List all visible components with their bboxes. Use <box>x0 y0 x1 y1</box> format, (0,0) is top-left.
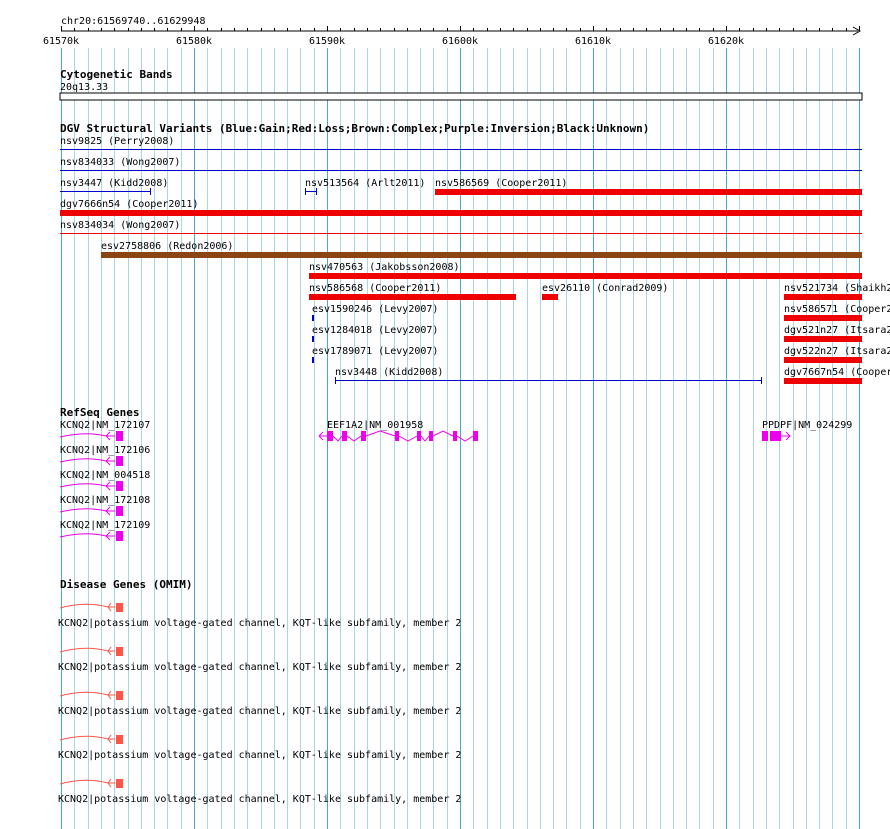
omim-label: KCNQ2|potassium voltage-gated channel, K… <box>58 618 461 629</box>
cytoband-bar <box>59 92 863 101</box>
omim-gene-model <box>59 690 123 700</box>
omim-gene-model <box>59 734 123 744</box>
variant-gain-bar <box>312 315 314 321</box>
tracks-canvas: chr20:61569740..61629948 61570k 61580k 6… <box>43 16 890 829</box>
variant-loss-bar <box>309 273 862 279</box>
gene-label: KCNQ2|NM_172108 <box>60 495 150 506</box>
variant-label: nsv521734 (Shaikh2 <box>784 283 890 294</box>
omim-gene-model <box>59 778 123 788</box>
tick-label: 61620k <box>708 36 744 47</box>
variant-loss-bar <box>435 189 862 195</box>
omim-label: KCNQ2|potassium voltage-gated channel, K… <box>58 662 461 673</box>
track-title: DGV Structural Variants (Blue:Gain;Red:L… <box>60 122 649 135</box>
variant-label: esv26110 (Conrad2009) <box>542 283 668 294</box>
variant-complex-bar <box>101 252 862 258</box>
dgv-track: DGV Structural Variants (Blue:Gain;Red:L… <box>60 122 890 384</box>
variant-loss-bar <box>784 315 862 321</box>
variant-label: nsv834034 (Wong2007) <box>60 220 180 231</box>
tick-label: 61600k <box>442 36 478 47</box>
omim-label: KCNQ2|potassium voltage-gated channel, K… <box>58 750 461 761</box>
refseq-track: RefSeq Genes KCNQ2|NM_172107 EEF1A2|NM_0… <box>59 406 852 541</box>
variant-label: nsv834033 (Wong2007) <box>60 157 180 168</box>
variant-label: nsv3447 (Kidd2008) <box>60 178 168 189</box>
variant-loss-bar <box>784 294 862 300</box>
variant-label: nsv586571 (Cooper2 <box>784 304 890 315</box>
variant-label: dgv522n27 (Itsara2 <box>784 346 890 357</box>
gene-model-kcnq2 <box>59 531 123 541</box>
variant-label: nsv586569 (Cooper2011) <box>435 178 567 189</box>
tick-label: 61610k <box>575 36 611 47</box>
variant-loss-bar <box>784 378 862 384</box>
track-title: Cytogenetic Bands <box>60 68 173 81</box>
variant-label: dgv521n27 (Itsara2 <box>784 325 890 336</box>
cytoband-label: 20q13.33 <box>60 82 108 93</box>
variant-label: esv1789071 (Levy2007) <box>312 346 438 357</box>
variant-gain-bar <box>312 336 314 342</box>
gene-model-kcnq2 <box>59 431 123 441</box>
gene-label: KCNQ2|NM_172109 <box>60 520 150 531</box>
variant-label: dgv7667n54 (Cooper <box>784 367 890 378</box>
omim-gene-model <box>59 646 123 656</box>
omim-label: KCNQ2|potassium voltage-gated channel, K… <box>58 706 461 717</box>
genome-browser-panel: chr20:61569740..61629948 61570k 61580k 6… <box>0 0 890 829</box>
tick-label: 61580k <box>176 36 212 47</box>
gene-label: KCNQ2|NM_172106 <box>60 445 150 456</box>
variant-gain-bar <box>305 188 317 195</box>
track-title: RefSeq Genes <box>60 406 139 419</box>
gene-label: KCNQ2|NM_172107 <box>60 420 150 431</box>
variant-label: nsv3448 (Kidd2008) <box>335 367 443 378</box>
variant-loss-bar <box>60 210 862 216</box>
variant-loss-bar <box>309 294 516 300</box>
tick-label: 61590k <box>309 36 345 47</box>
track-title: Disease Genes (OMIM) <box>60 578 192 591</box>
gene-label: EEF1A2|NM_001958 <box>327 420 423 431</box>
variant-gain-bar <box>335 377 762 384</box>
region-label: chr20:61569740..61629948 <box>61 16 206 27</box>
gene-label: PPDPF|NM_024299 <box>762 420 852 431</box>
variant-loss-bar <box>542 294 558 300</box>
ruler: chr20:61569740..61629948 61570k 61580k 6… <box>43 16 862 47</box>
variant-label: nsv9825 (Perry2008) <box>60 136 174 147</box>
variant-loss-bar <box>784 357 862 363</box>
variant-label: nsv586568 (Cooper2011) <box>309 283 441 294</box>
variant-label: nsv513564 (Arlt2011) <box>305 178 425 189</box>
variant-label: esv1284018 (Levy2007) <box>312 325 438 336</box>
gene-model-eef1a2 <box>318 430 478 442</box>
variant-label: esv1590246 (Levy2007) <box>312 304 438 315</box>
omim-label: KCNQ2|potassium voltage-gated channel, K… <box>58 794 461 805</box>
gene-label: KCNQ2|NM_004518 <box>60 470 150 481</box>
variant-loss-bar <box>784 336 862 342</box>
variant-label: nsv470563 (Jakobsson2008) <box>309 262 460 273</box>
gene-model-kcnq2 <box>59 506 123 516</box>
gene-model-kcnq2 <box>59 456 123 466</box>
variant-label: esv2758806 (Redon2006) <box>101 241 233 252</box>
gene-model-kcnq2 <box>59 481 123 491</box>
omim-track: Disease Genes (OMIM) KCNQ2|potassium vol… <box>58 578 461 805</box>
variant-gain-bar <box>60 188 151 195</box>
variant-gain-bar <box>312 357 314 363</box>
omim-gene-model <box>59 602 123 612</box>
gene-model-ppdpf <box>762 431 791 441</box>
tick-label: 61570k <box>43 36 79 47</box>
variant-label: dgv7666n54 (Cooper2011) <box>60 199 198 210</box>
